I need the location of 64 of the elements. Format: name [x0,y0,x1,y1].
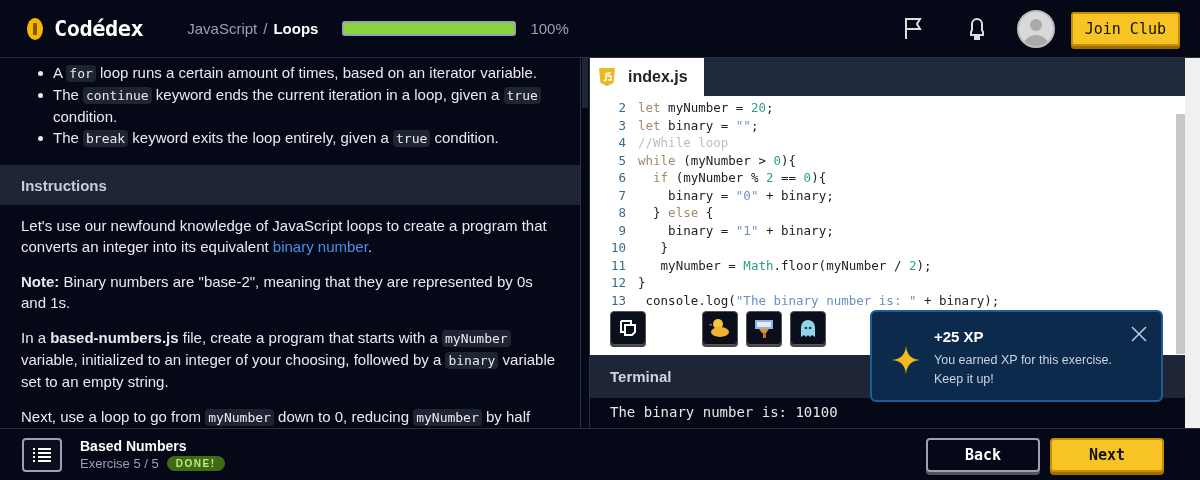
paragraph: Let's use our newfound knowledge of JavaScript loops to create a program that converts an integer into its equivalent binary number. [21,216,548,257]
toast-title: +25 XP [934,328,985,345]
line-number: 12 [609,275,627,291]
bullet-icon [38,93,43,98]
terminal-output: The binary number is: 10100 [610,404,839,420]
code-line: if (myNumber % 2 == 0){ [652,170,827,186]
scrollbar[interactable] [1185,58,1200,428]
bullet-icon [38,71,43,76]
file-tab[interactable]: index.js [590,58,704,96]
code-line: console.log("The binary number is: " + binary); [644,292,1000,308]
line-number: 13 [609,292,627,308]
ghost-icon[interactable] [790,311,826,345]
toast-message: You earned XP for this exercise. Keep it up! [934,352,1113,388]
exercise-count: Exercise 5 / 5 [80,456,159,471]
breadcrumb-item: Loops [273,20,319,37]
back-button[interactable]: Back [926,437,1040,472]
paragraph: In a based-numbers.js file, create a program that starts with a myNumber variable, initialized to an integer of your choosing, followed by a binary variable set to an empty string. [21,328,557,392]
sign-icon[interactable] [746,311,782,345]
code-line: } else { [652,205,714,221]
line-number: 11 [609,257,627,273]
code-line: while (myNumber > 0){ [638,152,797,168]
js-file-icon [598,67,616,87]
line-number: 10 [609,240,627,256]
code-line: } [659,240,669,256]
star-icon [892,346,920,374]
copy-icon[interactable] [610,311,646,345]
close-icon[interactable] [1131,326,1147,342]
code-line: let myNumber = 20; [638,100,774,116]
progress-reading: 100% [530,20,569,37]
line-number: 8 [617,205,627,221]
line-number: 5 [617,152,627,168]
line-number: 3 [617,117,627,133]
code-line: let binary = ""; [638,117,759,133]
join-club-button[interactable]: Join Club [1070,11,1180,46]
status-badge: DONE! [166,456,225,471]
scrollbar[interactable] [1176,114,1185,354]
line-number: 2 [617,100,627,116]
avatar[interactable] [1016,9,1055,48]
bullet-icon [38,136,43,141]
logo[interactable]: Codédex [54,16,144,41]
code-line: } [638,275,646,291]
code-line: binary = "1" + binary; [667,222,834,238]
code-line: myNumber = Math.floor(myNumber / 2); [659,257,932,273]
paragraph: Next, use a loop to go from myNumber down to 0, reducing myNumber by half [21,407,532,428]
section-title: Instructions [0,165,580,205]
link[interactable]: binary number [272,238,368,255]
scrollbar[interactable] [580,58,590,428]
next-button[interactable]: Next [1050,437,1164,472]
breadcrumb-item[interactable]: JavaScript [187,20,258,37]
breadcrumb-separator: / [263,20,268,37]
paragraph: Note: Binary numbers are "base-2", meaning that they are represented by 0s and 1s. [21,272,534,313]
code-line: //While loop [638,135,729,151]
list-icon[interactable] [22,437,62,472]
coin-icon [26,16,44,41]
duck-icon[interactable] [702,311,738,345]
bullet-text: The break keyword exits the loop entirely, given a true condition. [53,128,499,149]
bullet-text: A for loop runs a certain amount of times, based on an iterator variable. [53,63,537,84]
line-number: 9 [617,222,627,238]
bullet-text: The continue keyword ends the current iteration in a loop, given a true condition. [53,84,560,127]
exercise-title: Based Numbers [80,438,188,454]
code-line: binary = "0" + binary; [667,187,834,203]
line-number: 4 [617,135,627,151]
line-number: 6 [617,170,627,186]
line-number: 7 [617,187,627,203]
